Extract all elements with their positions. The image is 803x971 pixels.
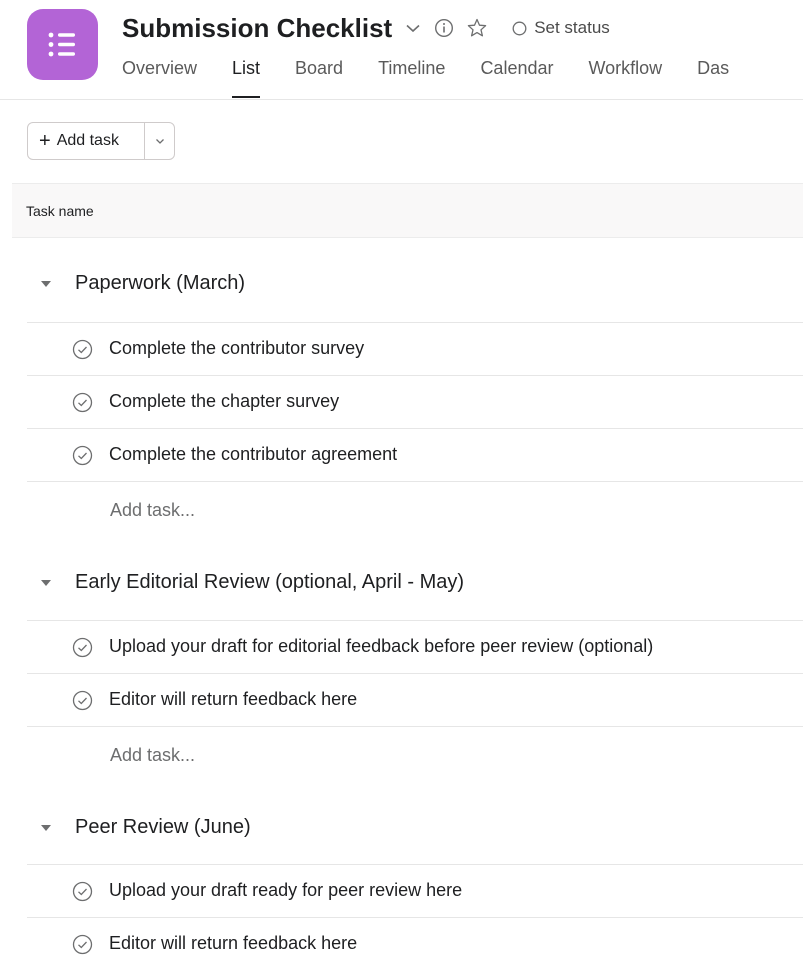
chevron-down-icon (155, 139, 164, 144)
task-name[interactable]: Complete the chapter survey (109, 391, 339, 412)
tab-board[interactable]: Board (295, 58, 343, 98)
complete-check-icon[interactable] (72, 934, 93, 955)
task-name[interactable]: Upload your draft for editorial feedback… (109, 636, 653, 657)
add-task-button[interactable]: + Add task (28, 123, 144, 159)
set-status-label: Set status (534, 18, 610, 37)
add-task-inline-button[interactable]: Add task... (110, 745, 195, 766)
task-row[interactable]: Complete the contributor survey (27, 323, 803, 376)
project-title[interactable]: Submission Checklist (122, 13, 392, 44)
add-task-inline-row: Add task... (27, 483, 803, 535)
section-title[interactable]: Early Editorial Review (optional, April … (75, 571, 464, 594)
task-name[interactable]: Upload your draft ready for peer review … (109, 880, 462, 901)
set-status-button[interactable]: Set status (512, 18, 610, 38)
task-name[interactable]: Editor will return feedback here (109, 933, 357, 954)
task-row[interactable]: Complete the chapter survey (27, 376, 803, 429)
caret-down-icon[interactable] (40, 279, 52, 289)
complete-check-icon[interactable] (72, 637, 93, 658)
task-name[interactable]: Editor will return feedback here (109, 689, 357, 710)
section-header-peer-review: Peer Review (June) (27, 803, 803, 853)
task-name[interactable]: Complete the contributor survey (109, 338, 364, 359)
section-header-early-editorial-review: Early Editorial Review (optional, April … (27, 558, 803, 608)
column-header-task-name[interactable]: Task name (26, 203, 94, 219)
add-task-inline-button[interactable]: Add task... (110, 500, 195, 521)
star-icon[interactable] (466, 17, 488, 39)
chevron-down-icon[interactable] (404, 19, 422, 37)
caret-down-icon[interactable] (40, 823, 52, 833)
complete-check-icon[interactable] (72, 392, 93, 413)
task-row[interactable]: Upload your draft for editorial feedback… (27, 621, 803, 674)
project-list-icon[interactable] (27, 9, 98, 80)
tab-workflow[interactable]: Workflow (588, 58, 662, 98)
task-row[interactable]: Complete the contributor agreement (27, 429, 803, 482)
add-task-split-button: + Add task (27, 122, 175, 160)
tab-dashboard[interactable]: Das (697, 58, 729, 98)
caret-down-icon[interactable] (40, 578, 52, 588)
complete-check-icon[interactable] (72, 881, 93, 902)
tab-list[interactable]: List (232, 58, 261, 98)
section-title[interactable]: Paperwork (March) (75, 272, 245, 295)
column-header-row: Task name (12, 183, 803, 238)
task-row[interactable]: Upload your draft ready for peer review … (27, 865, 803, 918)
info-icon[interactable] (434, 18, 454, 38)
project-tabs: Overview List Board Timeline Calendar Wo… (122, 58, 764, 98)
add-task-label: Add task (56, 132, 119, 149)
tab-overview[interactable]: Overview (122, 58, 197, 98)
tab-calendar[interactable]: Calendar (480, 58, 553, 98)
add-task-dropdown-button[interactable] (144, 123, 174, 159)
task-row[interactable]: Editor will return feedback here (27, 674, 803, 727)
plus-icon: + (39, 130, 51, 152)
complete-check-icon[interactable] (72, 690, 93, 711)
section-header-paperwork: Paperwork (March) (27, 259, 803, 309)
task-name[interactable]: Complete the contributor agreement (109, 444, 397, 465)
tab-timeline[interactable]: Timeline (378, 58, 445, 98)
complete-check-icon[interactable] (72, 339, 93, 360)
complete-check-icon[interactable] (72, 445, 93, 466)
add-task-inline-row: Add task... (27, 728, 803, 780)
section-title[interactable]: Peer Review (June) (75, 816, 251, 839)
project-header: Submission Checklist Set status Overview… (0, 0, 803, 100)
status-circle-icon (512, 21, 527, 35)
task-row[interactable]: Editor will return feedback here (27, 918, 803, 971)
